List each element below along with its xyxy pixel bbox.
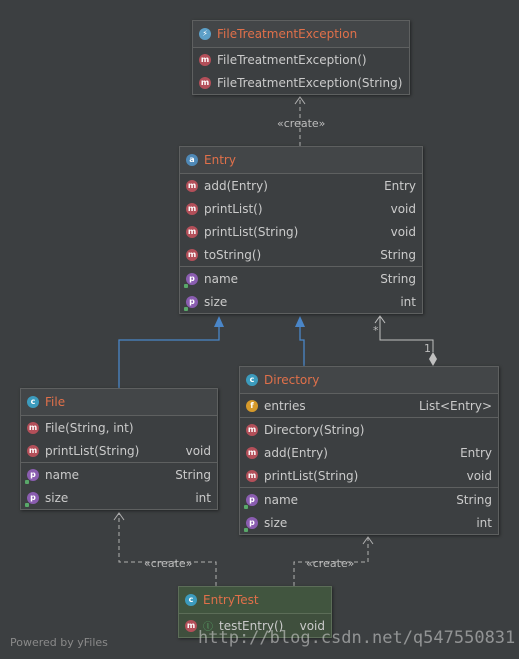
method-row[interactable]: m File(String, int) (21, 416, 217, 439)
test-method-icon: m (185, 619, 197, 632)
inheritance-arrowhead (214, 316, 224, 327)
method-icon: m (199, 53, 211, 66)
field-row[interactable]: p name String (21, 462, 217, 486)
method-icon: m (27, 444, 39, 457)
method-icon: m (27, 421, 39, 434)
method-icon: m (186, 202, 198, 215)
creates-label-right: «create» (306, 557, 355, 570)
watermark: http://blog.csdn.net/q547550831 (198, 628, 516, 648)
class-title: Entry (204, 153, 236, 167)
multiplicity-star: * (373, 324, 379, 337)
creates-file-line (118, 514, 217, 586)
multiplicity-one: 1 (424, 342, 431, 355)
class-title: EntryTest (203, 593, 259, 607)
entry-class[interactable]: a Entry m add(Entry) Entry m printList() voi… (179, 146, 423, 314)
property-icon: p (27, 468, 39, 481)
property-icon: p (246, 493, 258, 506)
method-row[interactable]: m add(Entry) Entry (240, 441, 498, 464)
inheritance-arrowhead (295, 316, 305, 327)
class-icon: c (246, 374, 258, 386)
method-icon: m (246, 423, 258, 436)
property-icon: p (186, 295, 198, 308)
file-class[interactable]: c File m File(String, int) m printList(Str… (20, 388, 218, 510)
method-row[interactable]: m toString() String (180, 243, 422, 266)
method-icon: m (246, 469, 258, 482)
file-treatment-exception-class[interactable]: ⚡ FileTreatmentException m FileTreatmentE… (192, 20, 410, 95)
abstract-method-icon: m (186, 225, 198, 238)
creates-label-left: «create» (144, 557, 193, 570)
field-row[interactable]: p name String (240, 487, 498, 511)
footer-powered-by: Powered by yFiles (10, 636, 108, 649)
class-title: File (45, 395, 66, 409)
field-icon: f (246, 399, 258, 412)
property-icon: p (246, 516, 258, 529)
abstract-class-icon: a (186, 154, 198, 166)
method-row[interactable]: m printList(String) void (21, 439, 217, 462)
method-row[interactable]: m add(Entry) Entry (180, 174, 422, 197)
method-row[interactable]: m printList() void (180, 197, 422, 220)
test-class-icon: c (185, 594, 197, 606)
property-icon: p (186, 272, 198, 285)
create-label: «create» (277, 117, 326, 130)
method-icon: m (199, 76, 211, 89)
field-row[interactable]: p size int (180, 290, 422, 313)
class-title: FileTreatmentException (217, 27, 358, 41)
directory-class[interactable]: c Directory f entries List<Entry> m Directo… (239, 366, 499, 535)
file-inheritance-line (118, 323, 220, 388)
method-icon: m (186, 179, 198, 192)
method-icon: m (246, 446, 258, 459)
exception-icon: ⚡ (199, 28, 211, 40)
method-row[interactable]: m FileTreatmentException() (193, 48, 409, 71)
field-row[interactable]: p size int (21, 486, 217, 509)
field-row[interactable]: f entries List<Entry> (240, 394, 498, 417)
field-row[interactable]: p name String (180, 266, 422, 290)
method-row[interactable]: m Directory(String) (240, 417, 498, 441)
method-row[interactable]: m printList(String) void (180, 220, 422, 243)
method-row[interactable]: m printList(String) void (240, 464, 498, 487)
field-row[interactable]: p size int (240, 511, 498, 534)
property-icon: p (27, 491, 39, 504)
method-icon: m (186, 248, 198, 261)
class-icon: c (27, 396, 39, 408)
relationship-lines (113, 96, 437, 586)
directory-inheritance-line (299, 323, 305, 366)
class-title: Directory (264, 373, 320, 387)
method-row[interactable]: m FileTreatmentException(String) (193, 71, 409, 94)
